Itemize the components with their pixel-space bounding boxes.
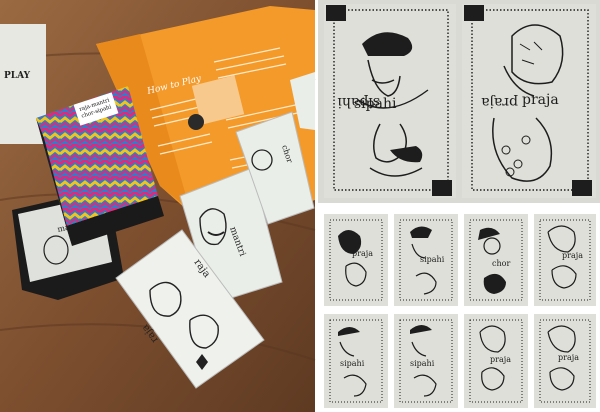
small-card-word: sipahi: [420, 255, 445, 264]
left-photo: PLAY How to Play mantri: [0, 0, 316, 412]
big-card-word-top: praja: [481, 94, 518, 110]
suit-icon-bottom: [572, 180, 592, 196]
small-card: praja: [534, 214, 596, 306]
small-card-word: sipahi: [340, 359, 365, 368]
small-card: praja: [534, 314, 596, 408]
big-card-praja: praja praja: [462, 4, 596, 198]
small-card-word: praja: [562, 251, 583, 260]
big-card-word-bottom: sipahi: [354, 96, 397, 112]
small-card: sipahi: [394, 314, 458, 408]
right-panel: sipahi sipahi praja praja praja sipahi c…: [318, 0, 600, 412]
photo-collage: PLAY How to Play mantri: [0, 0, 600, 412]
small-card-word: chor: [492, 259, 510, 268]
suit-icon-top: [326, 5, 346, 21]
box-side-text: PLAY: [4, 71, 31, 81]
suit-icon-top: [464, 5, 484, 21]
small-card: sipahi: [394, 214, 458, 306]
small-card: chor: [464, 214, 528, 306]
small-card-word: sipahi: [410, 359, 435, 368]
suit-icon-bottom: [432, 180, 452, 196]
small-card-word: praja: [352, 249, 373, 258]
small-card-word: praja: [490, 355, 511, 364]
small-card: sipahi: [324, 314, 388, 408]
big-card-sipahi: sipahi sipahi: [324, 4, 456, 198]
small-card: praja: [324, 214, 388, 306]
big-card-word-bottom: praja: [522, 92, 559, 108]
collage-canvas: PLAY How to Play mantri: [0, 0, 600, 412]
small-card-word: praja: [558, 353, 579, 362]
small-card: praja: [464, 314, 528, 408]
